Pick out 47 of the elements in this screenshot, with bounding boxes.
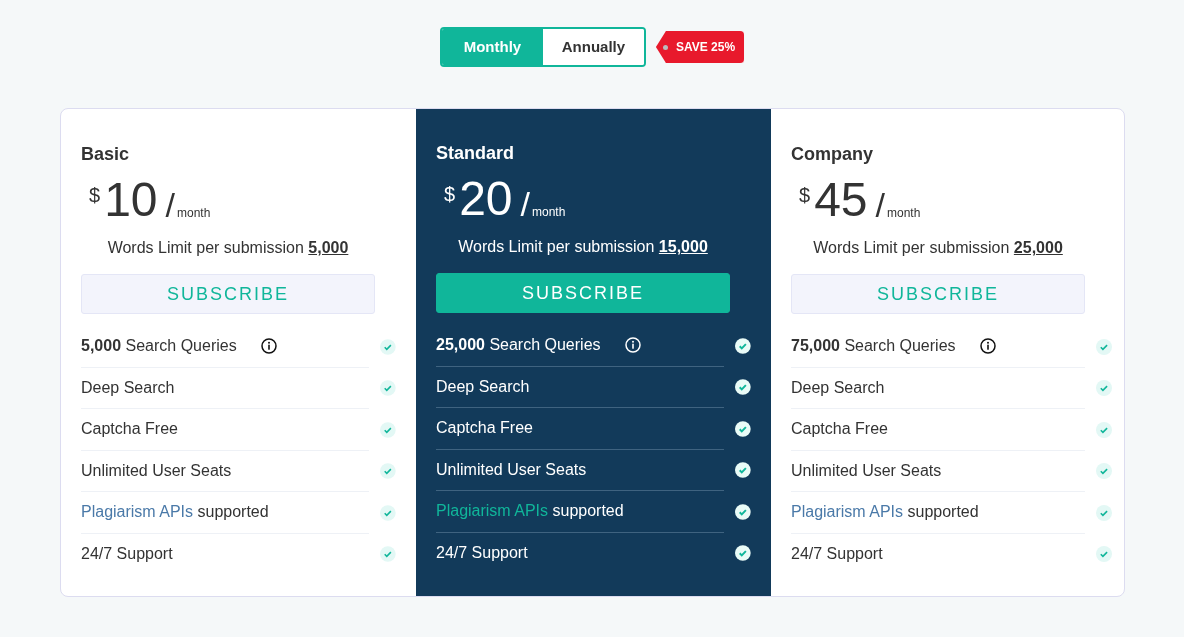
feature-text: Plagiarism APIs supported [81, 502, 269, 523]
feature-text: Captcha Free [81, 419, 178, 440]
feature-text: 75,000 Search Queries [791, 336, 956, 357]
plan-name: Standard [436, 142, 514, 165]
price-period: month [886, 205, 921, 222]
feature-link[interactable]: Plagiarism APIs [436, 502, 549, 520]
feature-text: Plagiarism APIs supported [436, 501, 624, 522]
price-separator: / [520, 184, 530, 225]
subscribe-button[interactable]: SUBSCRIBE [81, 274, 375, 314]
feature-text: 25,000 Search Queries [436, 335, 601, 356]
feature-link[interactable]: Plagiarism APIs [791, 503, 904, 521]
price-separator: / [165, 185, 175, 226]
subscribe-button[interactable]: SUBSCRIBE [436, 273, 730, 313]
feature-text: Plagiarism APIs supported [791, 502, 979, 523]
feature-text: 24/7 Support [436, 543, 528, 564]
price-period: month [531, 204, 566, 221]
plan-name: Basic [81, 143, 130, 166]
feature-text: 5,000 Search Queries [81, 336, 237, 357]
price-amount: 45 [814, 172, 868, 228]
price-amount: 10 [104, 172, 158, 228]
feature-text: Unlimited User Seats [436, 459, 587, 480]
feature-link[interactable]: Plagiarism APIs [81, 503, 194, 521]
currency-symbol: $ [89, 183, 101, 208]
info-icon[interactable] [979, 338, 996, 355]
words-limit-text: Words Limit per submission 25,000 [812, 238, 1064, 258]
currency-symbol: $ [799, 183, 811, 208]
feature-text: Deep Search [81, 377, 175, 398]
info-icon[interactable] [260, 338, 277, 355]
feature-text: 24/7 Support [81, 544, 173, 565]
words-limit-text: Words Limit per submission 15,000 [457, 237, 709, 257]
feature-text: 24/7 Support [791, 544, 883, 565]
plan-name: Company [791, 143, 873, 166]
feature-text: Deep Search [436, 376, 530, 397]
price-amount: 20 [459, 171, 513, 227]
discount-tag: SAVE 25% [655, 31, 745, 63]
currency-symbol: $ [444, 182, 456, 207]
feature-text: Deep Search [791, 377, 885, 398]
subscribe-button[interactable]: SUBSCRIBE [791, 274, 1085, 314]
price-separator: / [875, 185, 885, 226]
billing-tab[interactable]: Annually [542, 29, 644, 65]
feature-text: Captcha Free [791, 419, 888, 440]
feature-text: Captcha Free [436, 418, 533, 439]
billing-tab[interactable]: Monthly [441, 29, 543, 65]
words-limit-text: Words Limit per submission 5,000 [106, 238, 350, 258]
price-period: month [176, 205, 211, 222]
feature-text: Unlimited User Seats [791, 460, 942, 481]
feature-text: Unlimited User Seats [81, 460, 232, 481]
